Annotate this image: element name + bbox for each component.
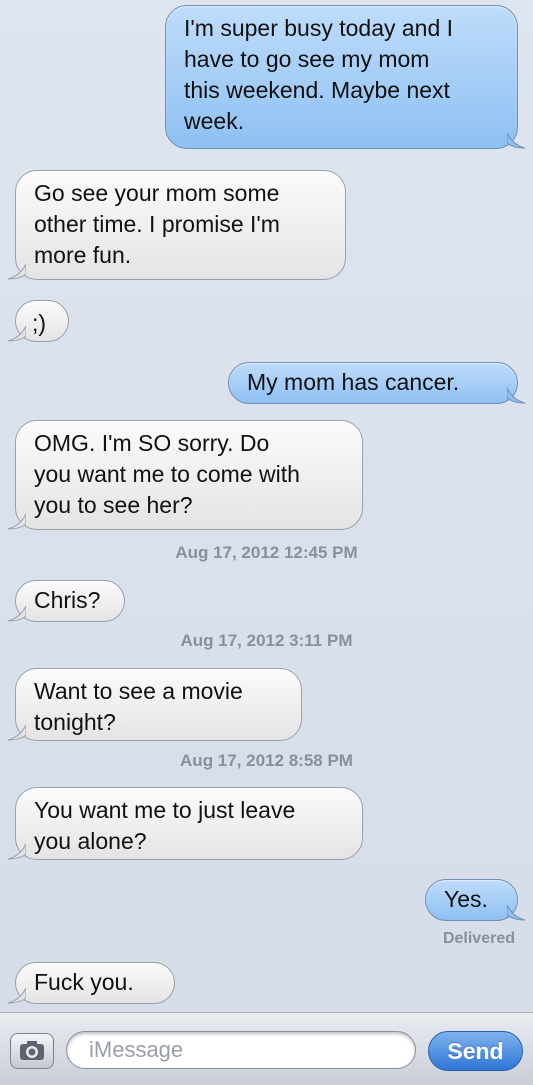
incoming-message: Chris? — [8, 580, 125, 622]
message-thread: I'm super busy today and I have to go se… — [0, 0, 533, 1012]
bubble-tail — [8, 987, 26, 1004]
camera-icon — [20, 1041, 44, 1060]
timestamp: Aug 17, 2012 8:58 PM — [180, 751, 353, 770]
bubble-tail — [507, 387, 525, 404]
outgoing-message: I'm super busy today and I have to go se… — [165, 5, 525, 149]
send-button[interactable]: Send — [428, 1031, 523, 1071]
bubble-tail — [8, 263, 26, 280]
bubble-tail — [8, 843, 26, 860]
delivered-status: Delivered — [442, 930, 515, 947]
outgoing-message: Yes. — [425, 879, 525, 921]
incoming-message: Want to see a movie tonight? — [8, 668, 302, 741]
incoming-message: You want me to just leave you alone? — [8, 787, 363, 860]
incoming-message: Go see your mom some other time. I promi… — [8, 170, 346, 280]
timestamp: Aug 17, 2012 12:45 PM — [175, 543, 358, 562]
timestamp: Aug 17, 2012 3:11 PM — [180, 631, 353, 650]
bubble-tail — [8, 724, 26, 741]
incoming-message: Fuck you. — [8, 962, 175, 1004]
bubble-tail — [507, 132, 525, 149]
message-input[interactable] — [66, 1031, 416, 1069]
bubble-tail — [507, 904, 525, 921]
bubble-tail — [8, 605, 26, 622]
incoming-message: OMG. I'm SO sorry. Do you want me to com… — [8, 420, 363, 530]
camera-button[interactable] — [10, 1033, 54, 1069]
outgoing-message: My mom has cancer. — [228, 362, 525, 404]
compose-bar: Send — [0, 1012, 533, 1085]
incoming-message: ;) — [8, 300, 69, 342]
bubble-tail — [8, 325, 26, 342]
bubble-tail — [8, 513, 26, 530]
